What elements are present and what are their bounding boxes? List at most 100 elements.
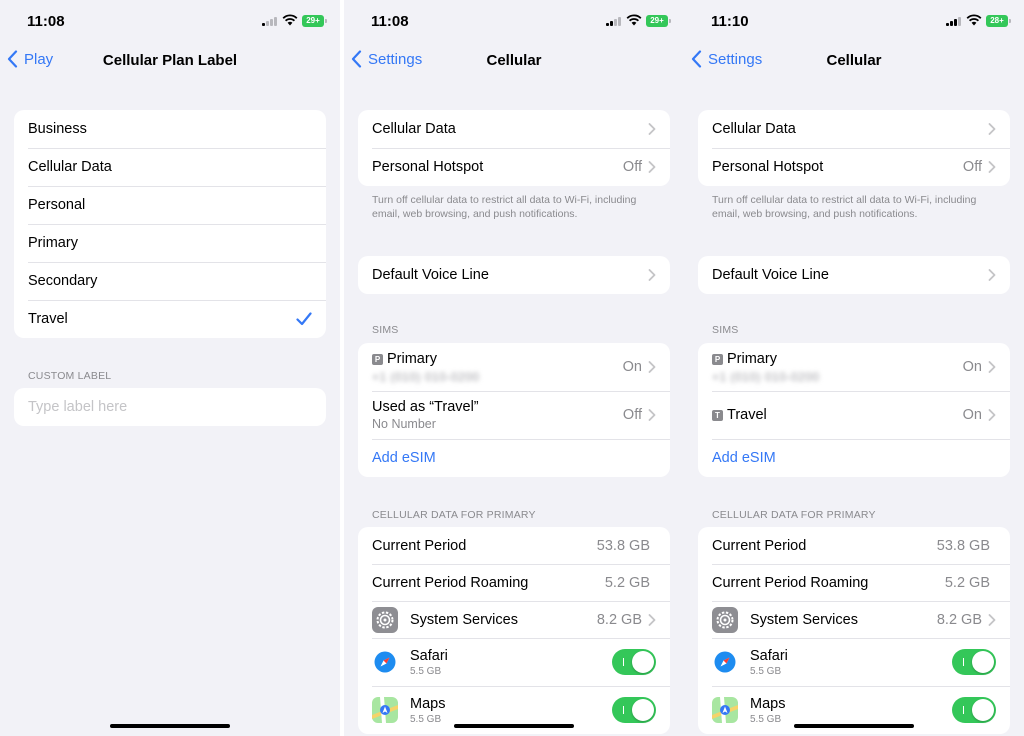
wifi-icon bbox=[966, 14, 982, 26]
cellular-signal-icon bbox=[946, 16, 964, 26]
sim-badge-icon: P bbox=[712, 353, 723, 365]
data-usage-group: Current Period 53.8 GB Current Period Ro… bbox=[698, 527, 1010, 734]
safari-icon bbox=[372, 649, 398, 675]
status-bar: 11:08 29+ bbox=[344, 0, 684, 40]
personal-hotspot-row[interactable]: Personal Hotspot Off bbox=[358, 148, 670, 186]
usage-header: CELLULAR DATA FOR PRIMARY bbox=[712, 509, 876, 521]
current-period-row: Current Period 53.8 GB bbox=[698, 527, 1010, 564]
label-option-business[interactable]: Business bbox=[14, 110, 326, 148]
cellular-plan-label-screen: 11:08 29+ Play Cellular Plan Label Busin… bbox=[0, 0, 340, 736]
label-option-secondary[interactable]: Secondary bbox=[14, 262, 326, 300]
row-value: Off bbox=[962, 159, 982, 175]
custom-label-input[interactable]: Type label here bbox=[14, 388, 326, 426]
sim-name: Used as “Travel” bbox=[372, 399, 479, 415]
app-usage: 5.5 GB bbox=[750, 665, 782, 677]
row-label: Personal Hotspot bbox=[372, 159, 484, 175]
default-voice-line-row[interactable]: Default Voice Line bbox=[698, 256, 1010, 294]
add-esim-link[interactable]: Add eSIM bbox=[712, 450, 996, 466]
chevron-right-icon bbox=[988, 361, 996, 373]
option-label: Secondary bbox=[28, 273, 98, 289]
row-value: 53.8 GB bbox=[596, 537, 650, 554]
add-esim-row[interactable]: Add eSIM bbox=[698, 439, 1010, 477]
chevron-right-icon bbox=[988, 269, 996, 281]
toggle-knob bbox=[632, 651, 654, 673]
maps-toggle[interactable] bbox=[612, 697, 656, 723]
custom-label-header: CUSTOM LABEL bbox=[28, 370, 112, 382]
chevron-right-icon bbox=[988, 161, 996, 173]
sim-badge-icon: P bbox=[372, 353, 383, 365]
cellular-screen-before: 11:08 29+ Settings Cellular Cellular Dat… bbox=[344, 0, 684, 736]
system-services-row[interactable]: System Services 8.2 GB bbox=[698, 601, 1010, 638]
label-option-personal[interactable]: Personal bbox=[14, 186, 326, 224]
sim-number: +1 (010) 010-0200 bbox=[712, 369, 820, 384]
data-usage-group: Current Period 53.8 GB Current Period Ro… bbox=[358, 527, 670, 734]
gear-icon bbox=[372, 606, 398, 633]
row-label: System Services bbox=[750, 611, 858, 628]
cellular-data-row[interactable]: Cellular Data bbox=[698, 110, 1010, 148]
system-services-row[interactable]: System Services 8.2 GB bbox=[358, 601, 670, 638]
row-value: 5.2 GB bbox=[604, 574, 650, 591]
row-value: 8.2 GB bbox=[936, 611, 982, 628]
app-name: Safari bbox=[410, 647, 448, 664]
sim-number: +1 (010) 010-0200 bbox=[372, 369, 480, 384]
page-title: Cellular Plan Label bbox=[102, 52, 238, 69]
row-label: Cellular Data bbox=[372, 121, 456, 137]
home-indicator[interactable] bbox=[794, 724, 914, 728]
home-indicator[interactable] bbox=[454, 724, 574, 728]
row-label: System Services bbox=[410, 611, 518, 628]
cellular-signal-icon bbox=[606, 16, 624, 26]
data-settings-group: Cellular Data Personal Hotspot Off bbox=[358, 110, 670, 186]
sim-travel-row[interactable]: Used as “Travel” No Number Off bbox=[358, 391, 670, 439]
label-option-cellular-data[interactable]: Cellular Data bbox=[14, 148, 326, 186]
row-label: Default Voice Line bbox=[372, 267, 489, 283]
app-name: Maps bbox=[410, 695, 446, 712]
chevron-right-icon bbox=[988, 409, 996, 421]
sim-number: No Number bbox=[372, 417, 436, 431]
chevron-right-icon bbox=[988, 613, 996, 626]
add-esim-link[interactable]: Add eSIM bbox=[372, 450, 656, 466]
sim-badge-icon: T bbox=[712, 410, 723, 421]
personal-hotspot-row[interactable]: Personal Hotspot Off bbox=[698, 148, 1010, 186]
current-period-roaming-row: Current Period Roaming 5.2 GB bbox=[358, 564, 670, 601]
safari-toggle[interactable] bbox=[612, 649, 656, 675]
home-indicator[interactable] bbox=[110, 724, 230, 728]
default-voice-line-row[interactable]: Default Voice Line bbox=[358, 256, 670, 294]
sim-status: On bbox=[962, 407, 982, 423]
maps-toggle[interactable] bbox=[952, 697, 996, 723]
status-bar: 11:10 28+ bbox=[684, 0, 1024, 40]
chevron-right-icon bbox=[648, 161, 656, 173]
cellular-data-row[interactable]: Cellular Data bbox=[358, 110, 670, 148]
row-value: Off bbox=[622, 159, 642, 175]
sim-travel-row[interactable]: T Travel On bbox=[698, 391, 1010, 439]
usage-header: CELLULAR DATA FOR PRIMARY bbox=[372, 509, 536, 521]
label-option-travel[interactable]: Travel bbox=[14, 300, 326, 338]
row-label: Current Period bbox=[372, 537, 467, 554]
current-period-row: Current Period 53.8 GB bbox=[358, 527, 670, 564]
checkmark-icon bbox=[296, 312, 312, 326]
add-esim-row[interactable]: Add eSIM bbox=[358, 439, 670, 477]
current-period-roaming-row: Current Period Roaming 5.2 GB bbox=[698, 564, 1010, 601]
label-option-primary[interactable]: Primary bbox=[14, 224, 326, 262]
status-time: 11:10 bbox=[711, 13, 749, 30]
nav-bar: Settings Cellular bbox=[344, 44, 684, 76]
sim-status: On bbox=[962, 359, 982, 375]
safari-toggle[interactable] bbox=[952, 649, 996, 675]
chevron-right-icon bbox=[988, 123, 996, 135]
chevron-right-icon bbox=[648, 123, 656, 135]
row-label: Current Period Roaming bbox=[712, 574, 869, 591]
row-label: Current Period bbox=[712, 537, 807, 554]
chevron-right-icon bbox=[648, 361, 656, 373]
app-usage: 5.5 GB bbox=[410, 665, 442, 677]
safari-row: Safari 5.5 GB bbox=[698, 638, 1010, 686]
toggle-knob bbox=[972, 651, 994, 673]
battery-icon: 29+ bbox=[646, 15, 671, 27]
sim-primary-row[interactable]: P Primary +1 (010) 010-0200 On bbox=[358, 343, 670, 391]
option-label: Personal bbox=[28, 197, 86, 213]
voice-line-group: Default Voice Line bbox=[358, 256, 670, 294]
data-settings-group: Cellular Data Personal Hotspot Off bbox=[698, 110, 1010, 186]
sim-status: On bbox=[622, 359, 642, 375]
row-value: 53.8 GB bbox=[936, 537, 990, 554]
sim-primary-row[interactable]: P Primary +1 (010) 010-0200 On bbox=[698, 343, 1010, 391]
cellular-signal-icon bbox=[262, 16, 280, 26]
sim-status: Off bbox=[622, 407, 642, 423]
